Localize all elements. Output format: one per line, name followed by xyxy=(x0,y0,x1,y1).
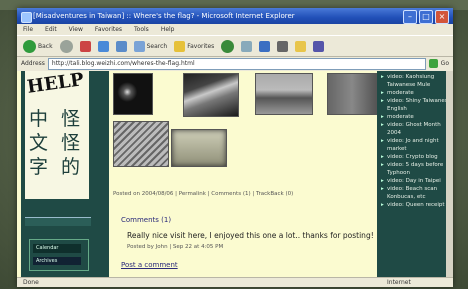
print-button[interactable] xyxy=(275,38,290,54)
menu-file[interactable]: File xyxy=(23,24,33,35)
maximize-button[interactable]: □ xyxy=(419,10,433,24)
logo-char: 怪 xyxy=(61,108,81,130)
calendar-strip[interactable] xyxy=(25,217,91,226)
photo-thumbnail[interactable] xyxy=(255,73,313,115)
mail-button[interactable] xyxy=(257,38,272,54)
address-label: Address xyxy=(21,60,45,67)
media-button[interactable] xyxy=(219,38,236,54)
favorites-button[interactable]: Favorites xyxy=(172,38,216,54)
logo-char: 怪 xyxy=(61,132,81,154)
address-bar: Address http://tali.blog.weizhi.com/wher… xyxy=(17,57,453,70)
search-icon xyxy=(133,40,145,52)
list-item[interactable]: video: 5 days before Typhoon xyxy=(381,161,453,177)
sidebar-link-calendar[interactable]: Calendar xyxy=(33,244,81,253)
back-button[interactable]: Back xyxy=(21,38,55,54)
stop-button[interactable] xyxy=(78,38,93,54)
list-item[interactable]: video: Ghost Month 2004 xyxy=(381,121,453,137)
toolbar: Back Search Favorites xyxy=(17,35,453,57)
list-item[interactable]: video: Day in Taipei xyxy=(381,177,453,185)
photo-thumbnail[interactable] xyxy=(327,73,377,115)
vertical-scrollbar[interactable] xyxy=(446,71,453,277)
photo-thumbnail[interactable] xyxy=(183,73,239,117)
back-label: Back xyxy=(38,42,53,50)
go-button[interactable]: Go xyxy=(441,60,449,67)
list-item[interactable]: video: Jo and night market xyxy=(381,137,453,153)
recent-list: video: Kaohsiung Taiwanese Mule moderate… xyxy=(377,71,453,209)
comment-meta: Posted by John | Sep 22 at 4:05 PM xyxy=(127,244,224,250)
list-item[interactable]: video: Shiny Taiwanese English xyxy=(381,97,453,113)
mail-icon xyxy=(259,40,271,52)
list-item[interactable]: video: Crypto blog xyxy=(381,153,453,161)
folder-button[interactable] xyxy=(293,38,308,54)
menu-view[interactable]: View xyxy=(69,24,83,35)
menu-help[interactable]: Help xyxy=(161,24,175,35)
list-item[interactable]: video: Beach scan Konbucas, etc xyxy=(381,185,453,201)
menu-favorites[interactable]: Favorites xyxy=(95,24,122,35)
messenger-button[interactable] xyxy=(311,38,326,54)
logo-char: 字 xyxy=(29,156,49,178)
browser-window: [Misadventures in Taiwan] :: Where's the… xyxy=(17,8,453,287)
stop-icon xyxy=(79,40,91,52)
post-comment-link[interactable]: Post a comment xyxy=(121,261,178,269)
post-meta: Posted on 2004/08/06 | Permalink | Comme… xyxy=(113,191,294,197)
search-button[interactable]: Search xyxy=(132,38,170,54)
logo-char: 的 xyxy=(61,156,81,178)
photo-thumbnail[interactable] xyxy=(113,73,153,115)
window-controls: – □ × xyxy=(403,10,449,24)
logo-char: 中 xyxy=(29,108,49,130)
menu-edit[interactable]: Edit xyxy=(45,24,57,35)
back-arrow-icon xyxy=(23,39,36,53)
menu-tools[interactable]: Tools xyxy=(134,24,149,35)
menu-bar: File Edit View Favorites Tools Help xyxy=(17,24,453,35)
search-label: Search xyxy=(146,42,168,50)
minimize-button[interactable]: – xyxy=(403,10,417,24)
page-content: HELP 中 文 字 怪 怪 的 Calendar Archives Poste… xyxy=(17,71,453,277)
right-sidebar: video: Kaohsiung Taiwanese Mule moderate… xyxy=(377,71,453,277)
home-button[interactable] xyxy=(114,38,129,54)
messenger-icon xyxy=(313,40,325,52)
forward-button[interactable] xyxy=(58,38,75,54)
address-input[interactable]: http://tali.blog.weizhi.com/wheres-the-f… xyxy=(47,57,426,70)
print-icon xyxy=(277,40,289,52)
home-icon xyxy=(115,40,127,52)
logo-help-text: HELP xyxy=(25,71,86,98)
logo-char: 文 xyxy=(29,132,49,154)
go-icon xyxy=(428,59,438,68)
list-item[interactable]: moderate xyxy=(381,113,453,121)
history-icon xyxy=(241,40,253,52)
sidebar-link-archives[interactable]: Archives xyxy=(33,257,81,265)
list-item[interactable]: video: Kaohsiung Taiwanese Mule xyxy=(381,73,453,89)
list-item[interactable]: moderate xyxy=(381,89,453,97)
forward-arrow-icon xyxy=(59,39,73,53)
folder-icon xyxy=(295,40,307,52)
status-text: Done xyxy=(23,279,39,286)
comments-heading: Comments (1) xyxy=(121,216,172,224)
star-icon xyxy=(174,40,186,52)
media-icon xyxy=(221,39,235,53)
status-bar: Done Internet xyxy=(17,277,453,287)
security-zone: Internet xyxy=(387,279,411,286)
close-button[interactable]: × xyxy=(435,10,449,24)
list-item[interactable]: video: Queen receipt xyxy=(381,201,453,209)
blog-logo: HELP 中 文 字 怪 怪 的 xyxy=(25,71,89,199)
left-sidebar: HELP 中 文 字 怪 怪 的 Calendar Archives xyxy=(21,71,109,277)
favorites-label: Favorites xyxy=(187,42,215,50)
refresh-button[interactable] xyxy=(96,38,111,54)
comment-text: Really nice visit here, I enjoyed this o… xyxy=(127,231,374,240)
ie-icon xyxy=(21,12,32,23)
window-title: [Misadventures in Taiwan] :: Where's the… xyxy=(33,12,295,20)
title-bar: [Misadventures in Taiwan] :: Where's the… xyxy=(17,8,453,24)
history-button[interactable] xyxy=(239,38,254,54)
photo-thumbnail[interactable] xyxy=(171,129,227,167)
photo-thumbnail[interactable] xyxy=(113,121,169,167)
refresh-icon xyxy=(97,40,109,52)
